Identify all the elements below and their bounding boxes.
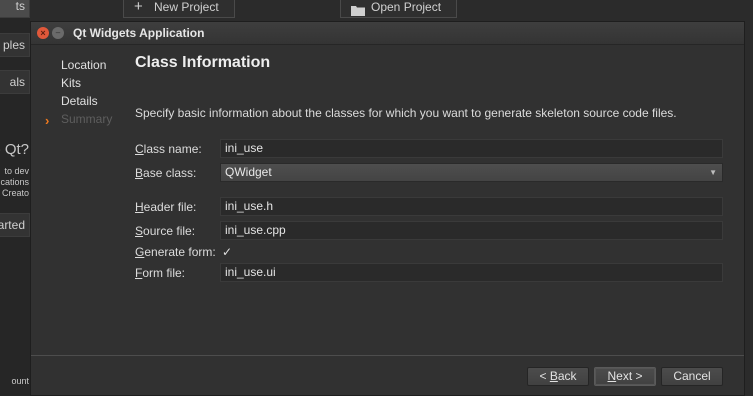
back-button[interactable]: < Back (527, 367, 589, 386)
welcome-tab-tutorials[interactable]: als (0, 70, 30, 94)
generate-form-label: Generate form: (135, 245, 216, 259)
chevron-right-icon: › (45, 113, 50, 128)
next-button[interactable]: Next > (594, 367, 656, 386)
class-name-input[interactable]: ini_use (220, 139, 723, 158)
dialog-title: Qt Widgets Application (73, 26, 205, 40)
page-description: Specify basic information about the clas… (135, 106, 677, 120)
open-project-button[interactable]: Open Project (340, 0, 457, 18)
dialog-titlebar: × – Qt Widgets Application (31, 22, 744, 45)
form-file-label: Form file: (135, 266, 186, 280)
header-file-label: Header file: (135, 200, 197, 214)
base-class-value: QWidget (225, 165, 272, 179)
new-project-wizard-dialog: × – Qt Widgets Application Location Kits… (30, 21, 745, 396)
new-project-button[interactable]: + New Project (123, 0, 235, 18)
step-kits: Kits (61, 76, 82, 90)
wizard-steps: Location Kits › Details Summary (31, 45, 126, 375)
welcome-tab-projects[interactable]: ts (0, 0, 30, 18)
source-file-label: Source file: (135, 224, 196, 238)
button-separator (31, 355, 744, 356)
header-file-input[interactable]: ini_use.h (220, 197, 723, 216)
source-file-input[interactable]: ini_use.cpp (220, 221, 723, 240)
page-title: Class Information (135, 54, 271, 71)
step-summary: Summary (61, 112, 113, 126)
open-project-label: Open Project (371, 0, 442, 14)
welcome-tab-examples[interactable]: ples (0, 33, 30, 57)
step-location: Location (61, 58, 107, 72)
welcome-new-to-qt-heading: o Qt? (0, 141, 29, 158)
base-class-label: Base class: (135, 166, 197, 180)
close-icon[interactable]: × (37, 27, 49, 39)
minimize-icon[interactable]: – (52, 27, 64, 39)
generate-form-checkbox[interactable]: ✓ (222, 245, 232, 259)
folder-icon (351, 1, 365, 23)
welcome-account-link[interactable]: ount (0, 376, 30, 388)
form-file-input[interactable]: ini_use.ui (220, 263, 723, 282)
base-class-combo[interactable]: QWidget ▼ (220, 163, 723, 182)
plus-icon: + (134, 0, 143, 15)
new-project-label: New Project (154, 0, 219, 14)
cancel-button[interactable]: Cancel (661, 367, 723, 386)
welcome-get-started-button[interactable]: arted (0, 213, 30, 237)
chevron-down-icon: ▼ (709, 168, 717, 177)
class-name-label: Class name: (135, 142, 202, 156)
step-details: Details (61, 94, 98, 108)
welcome-side-text: : Creato (0, 188, 29, 198)
